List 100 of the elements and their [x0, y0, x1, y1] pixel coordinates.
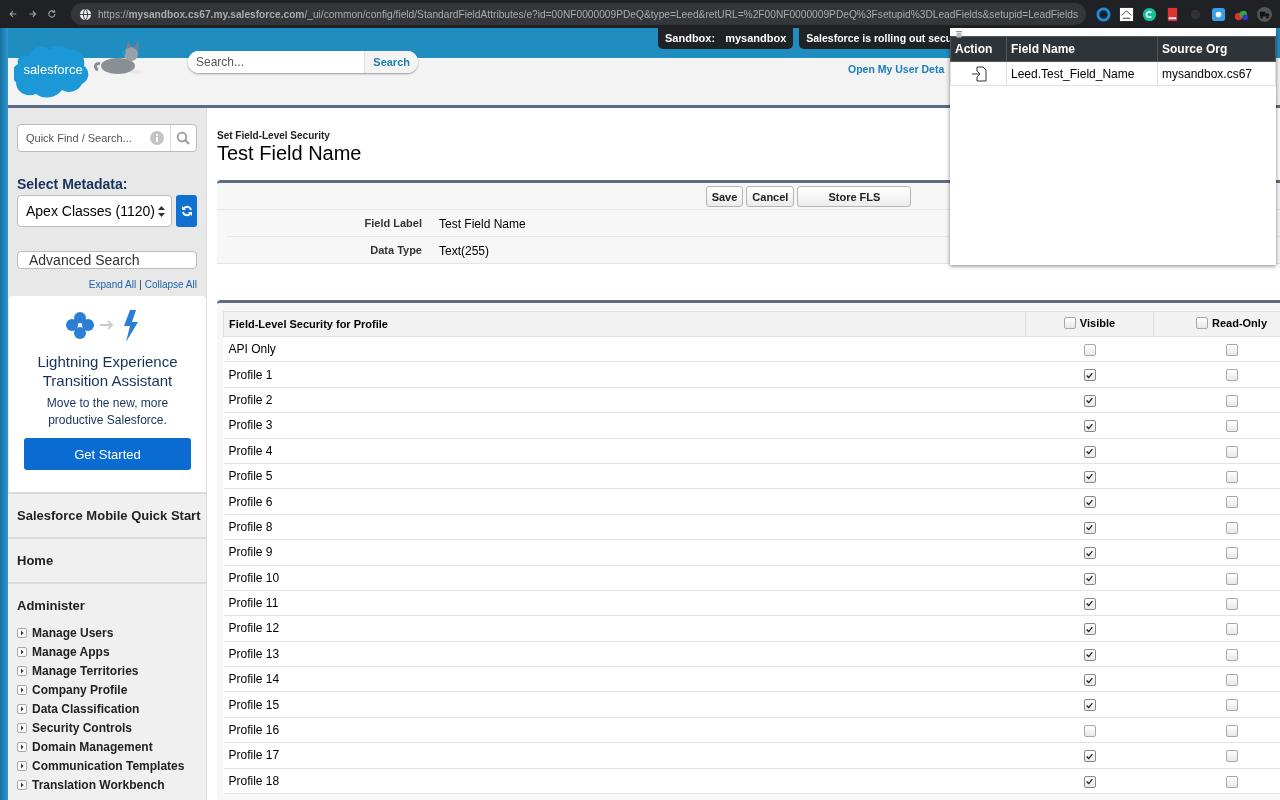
section-title[interactable]: Administer	[17, 598, 197, 613]
checkbox[interactable]	[1225, 521, 1238, 534]
checkbox[interactable]	[1225, 496, 1238, 509]
checkbox[interactable]	[1225, 572, 1238, 585]
extension-icon[interactable]	[1119, 6, 1134, 22]
checkbox[interactable]	[1083, 470, 1096, 483]
checkbox[interactable]	[1083, 496, 1096, 509]
checkbox[interactable]	[1083, 369, 1096, 382]
checkbox[interactable]	[1225, 547, 1238, 560]
advanced-search-field[interactable]: Advanced Search	[17, 251, 197, 269]
action-button[interactable]: Store FLS	[797, 186, 912, 207]
checkbox[interactable]	[1225, 470, 1238, 483]
expand-icon[interactable]	[17, 723, 27, 733]
checkbox[interactable]	[1083, 521, 1096, 534]
checkbox[interactable]	[1196, 317, 1208, 329]
refresh-icon	[180, 205, 193, 217]
column-header: Field-Level Security for Profile	[223, 311, 1026, 337]
metadata-select[interactable]: Apex Classes (1120)	[17, 195, 172, 227]
search-input[interactable]: Search...	[188, 51, 365, 73]
sandbox-badge: Sandbox: mysandbox	[658, 28, 794, 49]
nav-item[interactable]: Manage Users	[32, 626, 114, 640]
link-separator: |	[139, 279, 142, 290]
nav-item[interactable]: Communication Templates	[32, 759, 185, 773]
checkbox[interactable]	[1225, 369, 1238, 382]
profile-cell: Profile 8	[223, 514, 1026, 540]
profile-cell: Profile 13	[223, 641, 1026, 667]
expand-all-link[interactable]: Expand All	[88, 279, 137, 290]
checkbox[interactable]	[1083, 547, 1096, 560]
profile-cell: Profile 15	[223, 691, 1026, 718]
checkbox[interactable]	[1063, 317, 1076, 329]
extension-icon[interactable]	[1211, 6, 1226, 22]
column-header: Source Org	[1157, 36, 1276, 62]
checkbox[interactable]	[1225, 648, 1238, 661]
action-button[interactable]: Cancel	[746, 186, 795, 207]
checkbox[interactable]	[1225, 699, 1238, 712]
field-value: Test Field Name	[439, 217, 527, 231]
checkbox[interactable]	[1083, 420, 1096, 433]
column-header: Read-Only	[1153, 311, 1280, 337]
checkbox[interactable]	[1083, 775, 1096, 788]
profile-cell: Profile 9	[223, 539, 1026, 565]
nav-item[interactable]: Manage Apps	[32, 645, 110, 659]
checkbox[interactable]	[1225, 750, 1238, 763]
checkbox[interactable]	[1225, 674, 1238, 687]
checkbox[interactable]	[1225, 623, 1238, 636]
nav-item[interactable]: Data Classification	[32, 702, 140, 716]
quick-find-field[interactable]: Quick Find / Search...	[17, 124, 197, 152]
expand-icon[interactable]	[17, 704, 27, 714]
checkbox[interactable]	[1225, 344, 1238, 356]
nav-item[interactable]: Translation Workbench	[32, 778, 165, 792]
checkbox[interactable]	[1083, 623, 1096, 636]
search-button[interactable]: Search	[364, 51, 418, 73]
profile-cell: Profile 16	[223, 717, 1026, 743]
expand-icon[interactable]	[17, 780, 27, 790]
checkbox[interactable]	[1225, 724, 1238, 737]
checkbox[interactable]	[1083, 572, 1096, 585]
nav-item[interactable]: Domain Management	[32, 740, 153, 754]
checkbox[interactable]	[1083, 344, 1096, 356]
checkbox[interactable]	[1083, 648, 1096, 661]
promo-text: Move to the new, more productive Salesforce.	[45, 395, 170, 429]
profile-cell: Profile 2	[223, 387, 1026, 413]
stepper-icon	[158, 205, 165, 217]
get-started-button[interactable]: Get Started	[24, 438, 191, 470]
refresh-button[interactable]	[176, 195, 197, 227]
expand-icon[interactable]	[17, 628, 27, 638]
checkbox[interactable]	[1225, 775, 1238, 788]
search-icon[interactable]	[176, 131, 190, 145]
reload-icon[interactable]	[47, 7, 57, 21]
column-header: Field Name	[1006, 36, 1158, 62]
checkbox[interactable]	[1083, 394, 1096, 407]
collapse-all-link[interactable]: Collapse All	[144, 279, 197, 290]
expand-icon[interactable]	[17, 666, 27, 676]
checkbox[interactable]	[1225, 420, 1238, 433]
profile-cell: Profile 3	[223, 412, 1026, 439]
checkbox[interactable]	[1083, 750, 1096, 763]
expand-icon[interactable]	[17, 761, 27, 771]
book-icon[interactable]	[1165, 6, 1180, 22]
extension-icon[interactable]	[1142, 6, 1157, 22]
search-field[interactable]: Search... Search	[188, 51, 418, 73]
ring-icon[interactable]	[1096, 6, 1111, 22]
checkbox[interactable]	[1083, 674, 1096, 687]
checkbox[interactable]	[1225, 445, 1238, 458]
import-icon[interactable]	[970, 65, 987, 82]
column-header: Action	[950, 36, 1007, 62]
expand-icon[interactable]	[17, 647, 27, 657]
expand-icon[interactable]	[17, 685, 27, 695]
expand-icon[interactable]	[17, 742, 27, 752]
checkbox[interactable]	[1083, 724, 1096, 737]
truck-icon[interactable]	[1257, 6, 1272, 22]
action-button[interactable]: Save	[705, 186, 744, 207]
checkbox[interactable]	[1083, 699, 1096, 712]
address-bar[interactable]: https://mysandbox.cs67.my.salesforce.com/_ui/common/config/field/StandardFieldAttributes/e?id=00NF0000009PDeQ&type=Leed&retURL=%2F00NF0000009PDeQ%3Fsetupid%3DLeadFields&setupid=LeadFields	[70, 3, 1086, 25]
checkbox[interactable]	[1083, 597, 1096, 610]
nav-item[interactable]: Security Controls	[32, 721, 133, 735]
nav-item[interactable]: Manage Territories	[32, 664, 139, 678]
checkbox[interactable]	[1225, 597, 1238, 610]
checkbox[interactable]	[1083, 445, 1096, 458]
nav-item[interactable]: Company Profile	[32, 683, 128, 697]
checkbox[interactable]	[1225, 394, 1238, 407]
profile-cell: Profile 4	[223, 438, 1026, 464]
trash-icon[interactable]	[955, 30, 963, 38]
